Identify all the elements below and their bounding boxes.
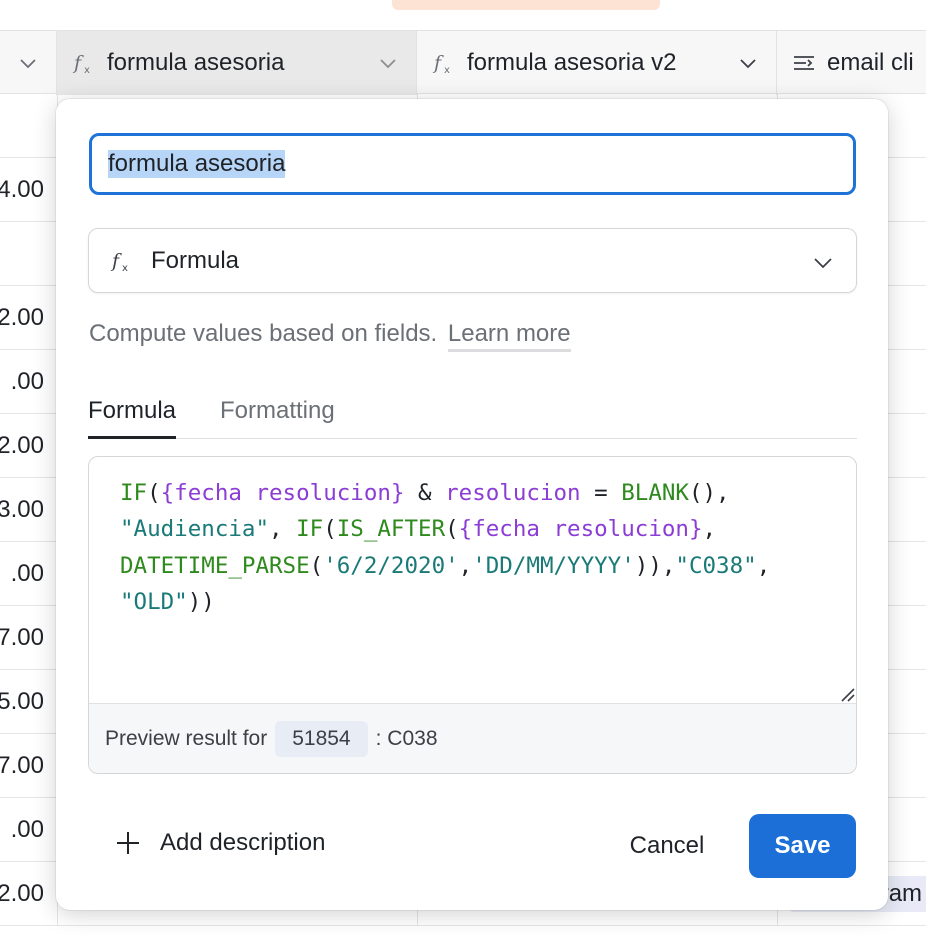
- formula-token: ,: [269, 516, 297, 543]
- svg-text:x: x: [84, 65, 90, 76]
- number-cell[interactable]: 5.00: [0, 670, 44, 734]
- add-description-label: Add description: [160, 829, 326, 856]
- chevron-down-icon[interactable]: [378, 53, 398, 78]
- formula-token: {fecha resolucion}: [458, 516, 703, 543]
- column-header-label: formula asesoria: [107, 49, 285, 76]
- chevron-down-icon[interactable]: [18, 53, 38, 78]
- formula-editor[interactable]: IF({fecha resolucion} & resolucion = BLA…: [88, 456, 857, 774]
- number-cell[interactable]: 4.00: [0, 158, 44, 222]
- formula-token: (: [147, 480, 161, 506]
- formula-token: (: [309, 552, 324, 579]
- formula-token: &: [404, 480, 446, 506]
- field-type-description: Compute values based on fields. Learn mo…: [89, 320, 571, 352]
- formula-token: "OLD": [120, 589, 188, 616]
- number-cell[interactable]: 2.00: [0, 862, 44, 926]
- formula-preview: Preview result for 51854 : C038: [89, 703, 856, 773]
- formula-token: IF: [120, 480, 148, 506]
- number-cell[interactable]: 7.00: [0, 606, 44, 670]
- formula-token: DATETIME_PARSE: [120, 552, 310, 579]
- formula-line: "Audiencia", IF(IS_AFTER({fecha resoluci…: [120, 511, 840, 547]
- add-description-button[interactable]: Add description: [116, 829, 325, 857]
- screen: fx formula asesoria fx formula asesoria …: [0, 0, 926, 952]
- formula-token: resolucion: [445, 480, 581, 506]
- save-button[interactable]: Save: [749, 814, 856, 878]
- description-text: Compute values based on fields.: [89, 320, 438, 347]
- number-cell[interactable]: 2.00: [0, 286, 44, 350]
- formula-token: "Audiencia": [120, 516, 270, 543]
- column-header-label: formula asesoria v2: [467, 49, 677, 76]
- chevron-down-icon: [812, 251, 834, 278]
- formula-token: "C038": [675, 552, 757, 579]
- preview-result: : C038: [375, 726, 438, 750]
- number-cell[interactable]: 7.00: [0, 734, 44, 798]
- formula-token: ,: [702, 516, 717, 543]
- svg-text:f: f: [110, 250, 122, 272]
- formula-token: (),: [688, 480, 730, 506]
- column-header-email-cliente[interactable]: email cli: [777, 31, 926, 95]
- svg-text:x: x: [122, 263, 128, 274]
- column-header-formula-asesoria-v2[interactable]: fx formula asesoria v2: [417, 31, 777, 95]
- number-cell[interactable]: .00: [11, 542, 44, 606]
- formula-icon: fx: [431, 50, 457, 76]
- formula-line: DATETIME_PARSE('6/2/2020','DD/MM/YYYY'))…: [120, 548, 840, 584]
- preview-label: Preview result for: [105, 726, 268, 750]
- formula-token: ,: [458, 552, 473, 579]
- field-config-popover: formula asesoria fx Formula Compute valu…: [56, 99, 888, 910]
- formula-token: =: [580, 480, 622, 506]
- preview-record-chip[interactable]: 51854: [275, 720, 368, 757]
- number-cell[interactable]: .00: [11, 350, 44, 414]
- top-highlight-bar: [392, 0, 660, 10]
- field-name-selected-text: formula asesoria: [108, 150, 286, 178]
- formula-token: ,: [756, 552, 771, 579]
- svg-text:f: f: [72, 52, 84, 74]
- number-cell[interactable]: .00: [11, 798, 44, 862]
- field-name-input[interactable]: formula asesoria: [89, 133, 856, 195]
- long-text-icon: [791, 50, 817, 76]
- formula-line: "OLD")): [120, 584, 840, 620]
- plus-icon: [116, 831, 140, 855]
- formula-token: IS_AFTER: [336, 516, 446, 543]
- formula-token: )): [187, 589, 215, 616]
- field-type-select[interactable]: fx Formula: [88, 228, 857, 293]
- learn-more-link[interactable]: Learn more: [447, 320, 571, 352]
- cancel-button[interactable]: Cancel: [610, 814, 724, 878]
- number-cell[interactable]: 2.00: [0, 414, 44, 478]
- tab-formula[interactable]: Formula: [88, 395, 177, 439]
- formula-tabs: Formula Formatting: [88, 395, 857, 439]
- svg-text:f: f: [432, 52, 444, 74]
- column-header-formula-asesoria[interactable]: fx formula asesoria: [57, 31, 417, 95]
- formula-token: )): [634, 552, 662, 579]
- column-header-previous[interactable]: [0, 31, 57, 95]
- formula-line: IF({fecha resolucion} & resolucion = BLA…: [120, 475, 840, 511]
- formula-token: BLANK: [621, 480, 689, 506]
- number-cell[interactable]: 3.00: [0, 478, 44, 542]
- formula-token: (: [445, 516, 459, 543]
- formula-token: '6/2/2020': [323, 552, 459, 579]
- formula-token: IF: [296, 516, 324, 543]
- chevron-down-icon[interactable]: [738, 53, 758, 78]
- column-header-label: email cli: [827, 49, 914, 76]
- formula-icon: fx: [109, 248, 135, 274]
- formula-icon: fx: [71, 50, 97, 76]
- field-type-label: Formula: [151, 246, 240, 274]
- formula-token: (: [323, 516, 337, 543]
- formula-code[interactable]: IF({fecha resolucion} & resolucion = BLA…: [120, 475, 840, 621]
- formula-token: {fecha resolucion}: [160, 480, 405, 506]
- grid-header: fx formula asesoria fx formula asesoria …: [0, 30, 926, 95]
- formula-token: 'DD/MM/YYYY': [472, 552, 635, 579]
- tab-formatting[interactable]: Formatting: [220, 395, 335, 439]
- formula-token: ,: [661, 552, 676, 579]
- svg-text:x: x: [444, 65, 450, 76]
